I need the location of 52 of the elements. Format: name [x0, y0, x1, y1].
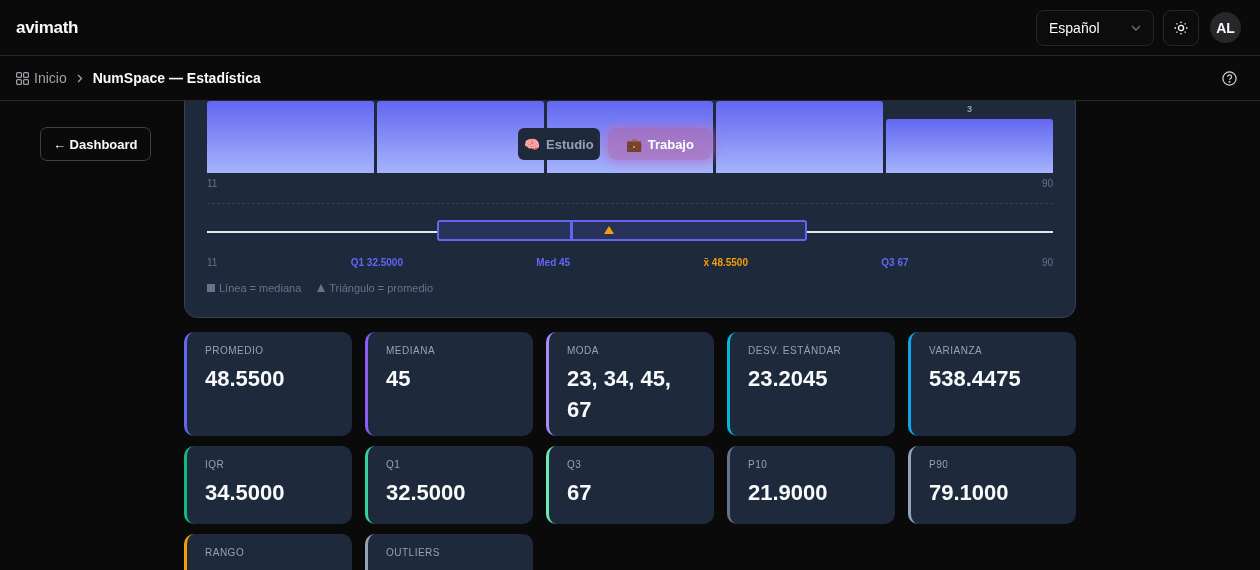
briefcase-icon: 💼 — [625, 136, 642, 152]
brain-icon: 🧠 — [524, 136, 540, 152]
square-icon — [207, 284, 215, 292]
stat-value: 21.9000 — [748, 479, 829, 507]
stat-value: 538.4475 — [929, 365, 1022, 393]
stat-label: P90 — [929, 459, 950, 470]
boxplot-min-label: 11 — [207, 257, 218, 268]
stat-value: 67 — [567, 479, 593, 507]
chevron-down-icon — [1131, 24, 1141, 31]
current-page-title: NumSpace — Estadística — [92, 70, 261, 86]
stat-label: Q1 — [386, 459, 402, 470]
help-icon[interactable] — [1222, 70, 1237, 86]
stat-label: PROMEDIO — [205, 345, 265, 356]
stat-value: 79.1000 — [929, 479, 1010, 507]
boxplot-max-label: 90 — [1041, 257, 1053, 268]
stat-value: 32.5000 — [386, 479, 467, 507]
median-label: Med 45 — [536, 257, 571, 268]
home-link[interactable]: Inicio — [34, 70, 67, 86]
axis-min-label: 11 — [207, 178, 218, 189]
mode-tab[interactable]: 🧠 Estudio — [518, 128, 600, 160]
triangle-icon — [317, 284, 326, 292]
q3-label: Q3 67 — [881, 257, 909, 268]
stat-label: DESV. ESTÁNDAR — [748, 345, 843, 356]
q1-label: Q1 32.5000 — [350, 257, 403, 268]
median-line — [570, 220, 574, 241]
stat-label: Q3 — [567, 459, 583, 470]
stat-label: VARIANZA — [929, 345, 984, 356]
mean-label: x̄ 48.5500 — [703, 257, 748, 268]
stat-value: 45 — [386, 365, 412, 393]
stat-value: 23, 34, 45, 67 — [567, 365, 672, 424]
stat-label: MODA — [567, 345, 600, 356]
stat-value: 23.2045 — [748, 365, 829, 393]
dashboard-back-button[interactable]: ← Dashboard — [40, 127, 151, 161]
stat-label: P10 — [748, 459, 769, 470]
language-select[interactable]: Español — [1036, 9, 1154, 46]
stat-label: OUTLIERS — [386, 547, 441, 558]
legend-label: Línea = mediana — [219, 282, 302, 294]
stat-label: MEDIANA — [386, 345, 437, 356]
stat-label: IQR — [205, 459, 226, 470]
axis-max-label: 90 — [1041, 178, 1053, 189]
bar-value-label: 3 — [966, 104, 974, 114]
mean-marker-icon — [604, 226, 615, 234]
theme-toggle-button[interactable] — [1163, 9, 1199, 46]
stat-value: 48.5500 — [205, 365, 286, 393]
app-logo[interactable]: avimath — [16, 17, 79, 38]
stat-value: 34.5000 — [205, 479, 286, 507]
grid-icon — [16, 71, 29, 85]
user-avatar[interactable]: AL — [1210, 12, 1241, 43]
chevron-right-icon — [76, 73, 83, 83]
sun-icon — [1174, 20, 1188, 35]
legend-label: Triángulo = promedio — [329, 282, 434, 294]
stat-label: RANGO — [205, 547, 246, 558]
